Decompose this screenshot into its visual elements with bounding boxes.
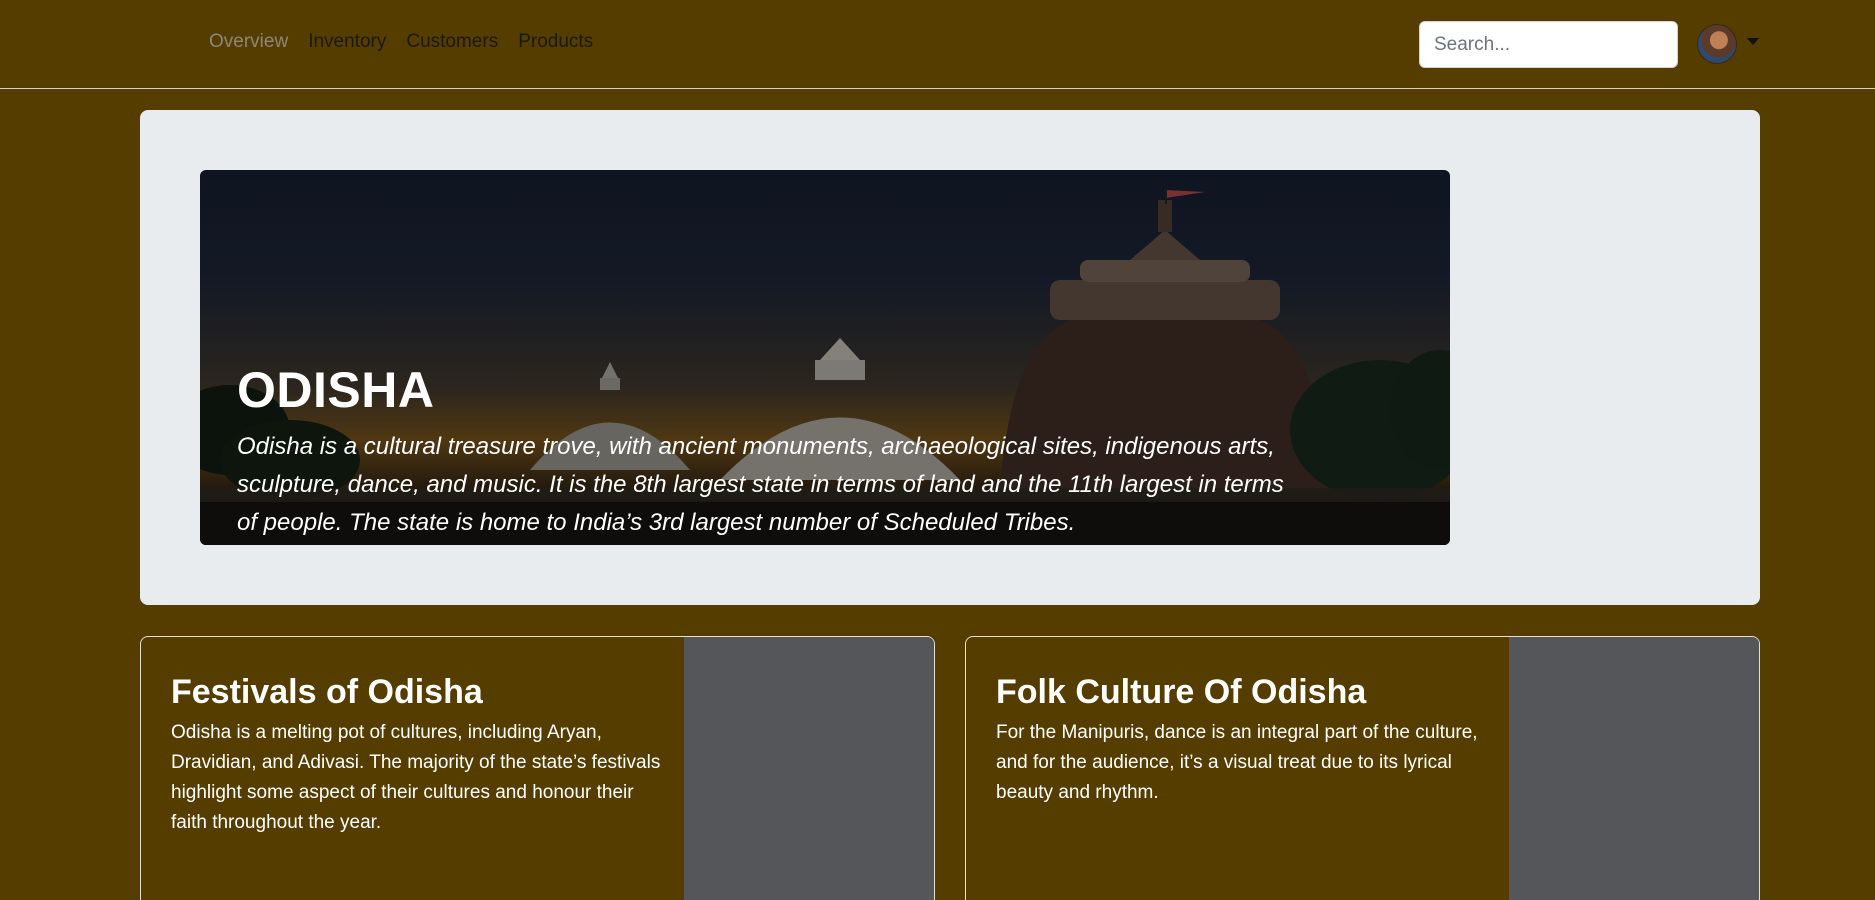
caret-down-icon[interactable] xyxy=(1747,37,1759,45)
avatar[interactable] xyxy=(1697,24,1737,64)
card-text: Odisha is a melting pot of cultures, inc… xyxy=(171,722,661,833)
hero-title: ODISHA xyxy=(237,362,435,418)
card-title: Festivals of Odisha xyxy=(171,673,483,711)
search-input[interactable] xyxy=(1419,21,1678,68)
card-folk-culture: Folk Culture Of Odisha For the Manipuris… xyxy=(965,636,1760,900)
nav-link-customers[interactable]: Customers xyxy=(406,31,498,53)
card-festivals: Festivals of Odisha Odisha is a melting … xyxy=(140,636,935,900)
nav-link-overview[interactable]: Overview xyxy=(209,31,288,53)
top-navbar: Overview Inventory Customers Products xyxy=(0,0,1875,89)
card-image-placeholder xyxy=(1509,637,1759,900)
nav-link-inventory[interactable]: Inventory xyxy=(308,31,386,53)
nav-links: Overview Inventory Customers Products xyxy=(209,31,613,53)
card-image-placeholder xyxy=(684,637,934,900)
card-body: Festivals of Odisha Odisha is a melting … xyxy=(171,670,671,838)
jumbotron: ODISHA Odisha is a cultural treasure tro… xyxy=(140,110,1760,605)
user-menu-toggle[interactable] xyxy=(1697,24,1759,64)
card-body: Folk Culture Of Odisha For the Manipuris… xyxy=(996,670,1496,808)
hero-caption: ODISHA Odisha is a cultural treasure tro… xyxy=(237,360,1297,542)
card-text: For the Manipuris, dance is an integral … xyxy=(996,722,1478,803)
card-title: Folk Culture Of Odisha xyxy=(996,673,1367,711)
nav-link-products[interactable]: Products xyxy=(518,31,593,53)
hero-description: Odisha is a cultural treasure trove, wit… xyxy=(237,433,1284,536)
hero-banner: ODISHA Odisha is a cultural treasure tro… xyxy=(200,170,1450,545)
